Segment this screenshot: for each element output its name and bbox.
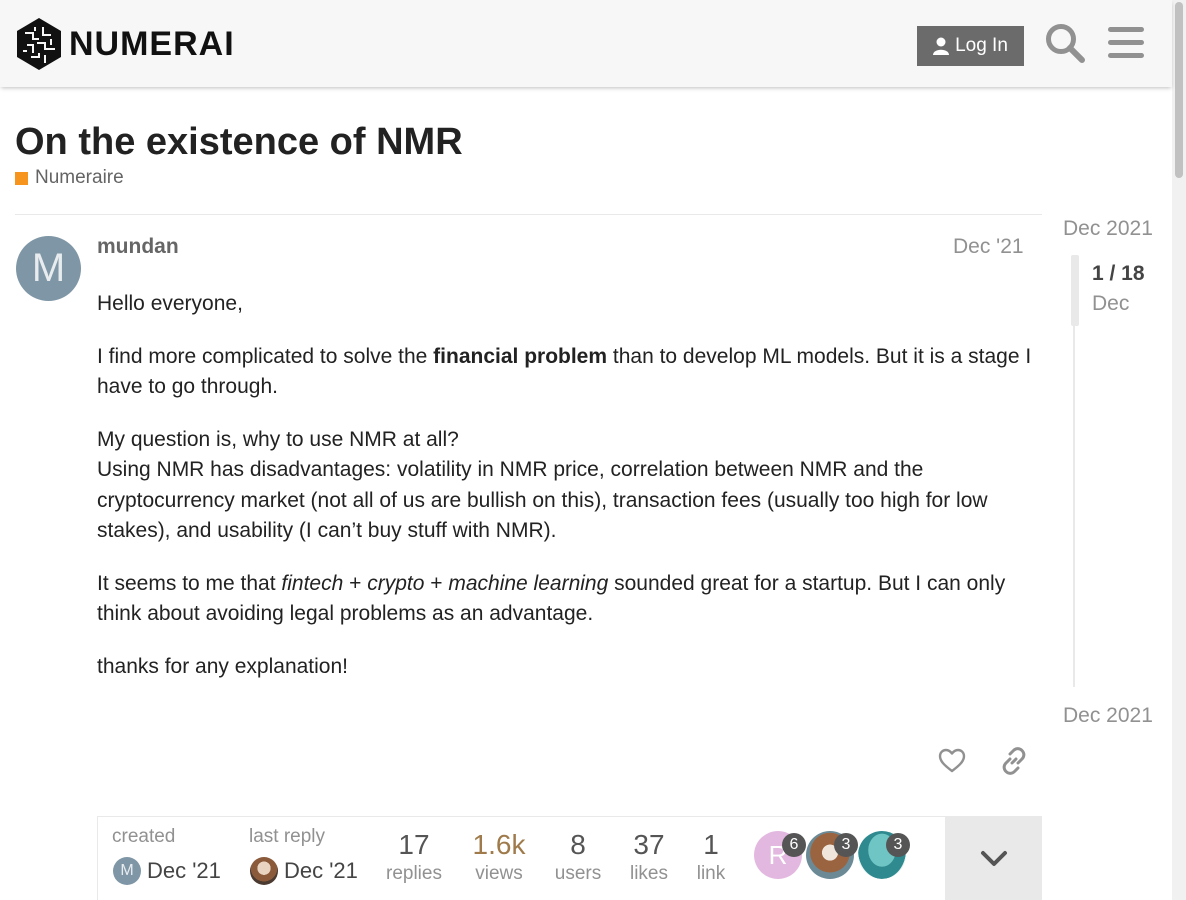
like-heart-icon[interactable] xyxy=(938,747,966,780)
stat-links[interactable]: 1 link xyxy=(694,829,728,887)
stat-label: link xyxy=(696,863,726,884)
stat-number: 17 xyxy=(398,829,430,860)
post-paragraph: It seems to me that fintech + crypto + m… xyxy=(97,569,1037,630)
italic-text: fintech xyxy=(281,571,344,595)
brand-name: NUMERAI xyxy=(69,24,235,63)
stat-label: users xyxy=(554,863,602,884)
expand-topic-map-button[interactable] xyxy=(945,817,1042,900)
numerai-logo-icon xyxy=(17,18,61,70)
stat-number: 1.6k xyxy=(472,829,526,860)
site-logo[interactable]: NUMERAI xyxy=(15,17,235,71)
category-name: Numeraire xyxy=(35,167,124,188)
post-date[interactable]: Dec '21 xyxy=(953,235,1024,259)
italic-text: machine learning xyxy=(448,571,609,595)
text-span: Using NMR has disadvantages: volatility … xyxy=(97,458,988,542)
topic-map: created M Dec '21 last reply Dec '21 17 … xyxy=(97,816,1042,900)
site-header: NUMERAI Log In xyxy=(0,0,1172,87)
timeline-position: 1 / 18 xyxy=(1092,262,1145,285)
text-span: My question is, why to use NMR at all? xyxy=(97,427,459,451)
stat-label: views xyxy=(475,863,523,884)
italic-text: crypto xyxy=(367,571,425,595)
timeline-scroll-handle[interactable] xyxy=(1071,255,1079,326)
author-avatar[interactable]: M xyxy=(16,236,81,301)
topic-category[interactable]: Numeraire xyxy=(15,167,124,189)
participant-post-count: 6 xyxy=(782,833,806,857)
stat-likes: 37 likes xyxy=(627,829,671,887)
login-button[interactable]: Log In xyxy=(917,26,1024,66)
stat-replies[interactable]: 17 replies xyxy=(385,829,443,887)
stat-label: replies xyxy=(386,863,442,884)
text-span: I find more complicated to solve the xyxy=(97,344,434,368)
timeline-end-date[interactable]: Dec 2021 xyxy=(1063,704,1153,728)
stat-number: 8 xyxy=(570,829,586,860)
timeline-current-date: Dec xyxy=(1092,292,1130,315)
post-paragraph: My question is, why to use NMR at all? Us… xyxy=(97,425,1037,547)
category-color-badge xyxy=(15,171,28,185)
participant-post-count: 3 xyxy=(886,833,910,857)
title-divider xyxy=(15,214,1042,215)
post-body: Hello everyone, I find more complicated … xyxy=(97,289,1037,704)
text-span: It seems to me that xyxy=(97,571,282,595)
stat-number: 1 xyxy=(703,829,719,860)
bold-text: financial problem xyxy=(433,344,608,368)
stat-users: 8 users xyxy=(552,829,604,887)
author-username[interactable]: mundan xyxy=(97,235,179,259)
topic-title[interactable]: On the existence of NMR xyxy=(15,121,463,164)
last-reply-date[interactable]: Dec '21 xyxy=(284,858,358,884)
text-span: + xyxy=(343,571,368,595)
search-icon[interactable] xyxy=(1044,22,1086,69)
stat-label: likes xyxy=(629,863,668,884)
created-by-avatar[interactable]: M xyxy=(113,857,141,885)
created-label: created xyxy=(112,826,176,847)
chevron-down-icon xyxy=(980,851,1007,866)
text-span: + xyxy=(424,571,449,595)
post-paragraph: thanks for any explanation! xyxy=(97,654,348,678)
last-reply-avatar[interactable] xyxy=(250,857,278,885)
user-icon xyxy=(933,37,950,55)
hamburger-menu-icon[interactable] xyxy=(1108,26,1144,65)
scroll-thumb[interactable] xyxy=(1175,2,1183,178)
stat-number: 37 xyxy=(633,829,665,860)
last-reply-label: last reply xyxy=(249,826,326,847)
page-scrollbar[interactable] xyxy=(1172,0,1186,900)
login-label: Log In xyxy=(955,35,1008,56)
timeline-start-date[interactable]: Dec 2021 xyxy=(1063,217,1153,241)
participant-post-count: 3 xyxy=(834,833,858,857)
created-date[interactable]: Dec '21 xyxy=(147,858,221,884)
post-paragraph: Hello everyone, xyxy=(97,292,243,315)
post-paragraph: I find more complicated to solve the fin… xyxy=(97,342,1037,403)
stat-views: 1.6k views xyxy=(468,829,530,887)
share-link-icon[interactable] xyxy=(1000,747,1028,780)
